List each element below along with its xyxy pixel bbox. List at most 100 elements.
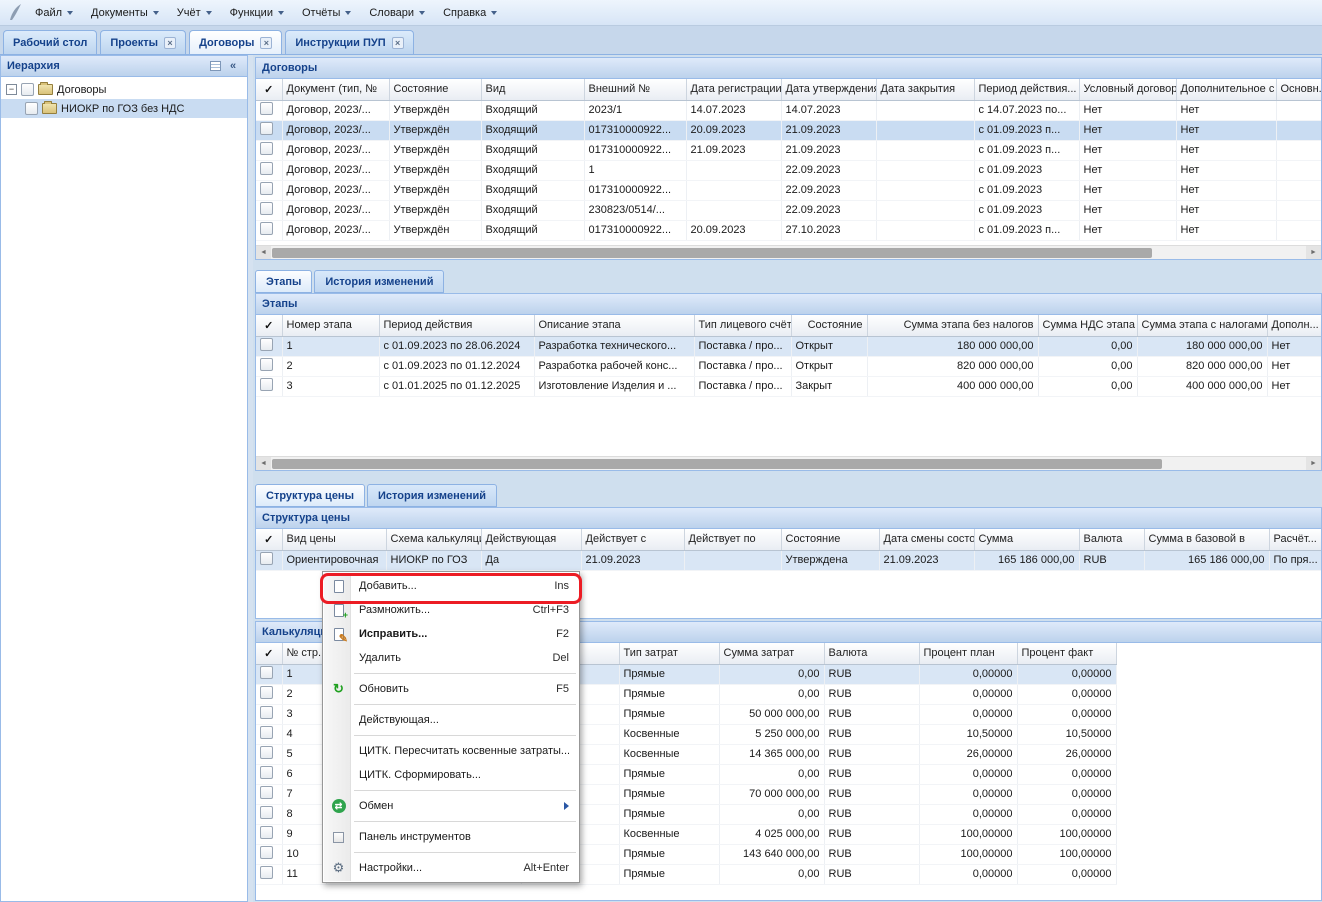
row-checkbox[interactable] bbox=[260, 182, 273, 195]
menubar-item-documents[interactable]: Документы bbox=[82, 3, 168, 23]
scroll-right-icon[interactable]: ► bbox=[1306, 457, 1321, 470]
column-header[interactable]: Сумма НДС этапа bbox=[1038, 315, 1137, 336]
close-icon[interactable]: × bbox=[260, 37, 272, 49]
tab-projects[interactable]: Проекты× bbox=[100, 30, 186, 54]
menubar-item-file[interactable]: Файл bbox=[26, 3, 82, 23]
row-checkbox[interactable] bbox=[260, 746, 273, 759]
table-row[interactable]: Ориентировочная НИОКР по ГОЗ Да 21.09.20… bbox=[256, 550, 1321, 570]
tree-checkbox[interactable] bbox=[25, 102, 38, 115]
column-header[interactable]: Сумма bbox=[974, 529, 1079, 550]
table-row[interactable]: Договор, 2023/... Утверждён Входящий 017… bbox=[256, 140, 1321, 160]
menubar-item-help[interactable]: Справка bbox=[434, 3, 506, 23]
menu-item-settings[interactable]: ⚙ Настройки... Alt+Enter bbox=[323, 856, 579, 880]
column-header[interactable]: Дата закрытия bbox=[876, 79, 974, 100]
tab-desktop[interactable]: Рабочий стол bbox=[3, 30, 97, 54]
menu-item-citk-recalc[interactable]: ЦИТК. Пересчитать косвенные затраты... bbox=[323, 739, 579, 763]
table-row[interactable]: 1 с 01.09.2023 по 28.06.2024 Разработка … bbox=[256, 336, 1321, 356]
column-header[interactable]: Внешний № bbox=[584, 79, 686, 100]
column-header[interactable]: Дополнительное с bbox=[1176, 79, 1276, 100]
column-header[interactable]: Описание этапа bbox=[534, 315, 694, 336]
row-checkbox[interactable] bbox=[260, 202, 273, 215]
row-checkbox[interactable] bbox=[260, 866, 273, 879]
tab-price-history[interactable]: История изменений bbox=[367, 484, 497, 507]
column-header[interactable]: Документ (тип, № bbox=[282, 79, 389, 100]
row-checkbox[interactable] bbox=[260, 102, 273, 115]
column-header[interactable]: Схема калькуляци bbox=[386, 529, 481, 550]
table-row[interactable]: Договор, 2023/... Утверждён Входящий 017… bbox=[256, 220, 1321, 240]
column-header[interactable]: Состояние bbox=[389, 79, 481, 100]
column-header[interactable]: Процент факт bbox=[1017, 643, 1116, 664]
column-header[interactable]: Действующая bbox=[481, 529, 581, 550]
column-header[interactable]: Дата утверждения bbox=[781, 79, 876, 100]
column-header[interactable]: Валюта bbox=[1079, 529, 1144, 550]
select-all-header[interactable]: ✓ bbox=[256, 529, 282, 550]
row-checkbox[interactable] bbox=[260, 686, 273, 699]
row-checkbox[interactable] bbox=[260, 806, 273, 819]
menu-item-refresh[interactable]: ↻ Обновить F5 bbox=[323, 677, 579, 701]
scrollbar-thumb[interactable] bbox=[272, 459, 1162, 469]
row-checkbox[interactable] bbox=[260, 846, 273, 859]
row-checkbox[interactable] bbox=[260, 358, 273, 371]
row-checkbox[interactable] bbox=[260, 162, 273, 175]
column-header[interactable]: Дополн... bbox=[1267, 315, 1321, 336]
column-header[interactable]: Период действия bbox=[379, 315, 534, 336]
column-header[interactable]: Вид цены bbox=[282, 529, 386, 550]
column-header[interactable]: Действует по bbox=[684, 529, 781, 550]
row-checkbox[interactable] bbox=[260, 786, 273, 799]
table-row[interactable]: Договор, 2023/... Утверждён Входящий 230… bbox=[256, 200, 1321, 220]
tab-pup-instructions[interactable]: Инструкции ПУП× bbox=[285, 30, 413, 54]
column-header[interactable]: № стр... bbox=[282, 643, 326, 664]
column-header[interactable]: Расчёт... bbox=[1269, 529, 1321, 550]
column-header[interactable]: Условный договор bbox=[1079, 79, 1176, 100]
menu-item-edit[interactable]: ✎ Исправить... F2 bbox=[323, 622, 579, 646]
row-checkbox[interactable] bbox=[260, 766, 273, 779]
column-header[interactable]: Вид bbox=[481, 79, 584, 100]
menubar-item-accounting[interactable]: Учёт bbox=[168, 3, 221, 23]
column-header[interactable]: Сумма этапа с налогами bbox=[1137, 315, 1267, 336]
column-header[interactable]: Процент план bbox=[919, 643, 1017, 664]
row-checkbox[interactable] bbox=[260, 666, 273, 679]
column-header[interactable]: Тип затрат bbox=[619, 643, 719, 664]
tree-node-contracts[interactable]: − Договоры bbox=[1, 80, 247, 99]
horizontal-scrollbar[interactable]: ◄ ► bbox=[256, 456, 1321, 470]
column-header[interactable]: Основн... bbox=[1276, 79, 1321, 100]
column-header[interactable]: Валюта bbox=[824, 643, 919, 664]
select-all-header[interactable]: ✓ bbox=[256, 643, 282, 664]
menu-item-add[interactable]: Добавить... Ins bbox=[323, 574, 579, 598]
tab-stages[interactable]: Этапы bbox=[255, 270, 312, 293]
scroll-left-icon[interactable]: ◄ bbox=[256, 246, 271, 259]
scroll-right-icon[interactable]: ► bbox=[1306, 246, 1321, 259]
menubar-item-functions[interactable]: Функции bbox=[221, 3, 293, 23]
menu-item-delete[interactable]: Удалить Del bbox=[323, 646, 579, 670]
close-icon[interactable]: × bbox=[164, 37, 176, 49]
scroll-left-icon[interactable]: ◄ bbox=[256, 457, 271, 470]
select-all-header[interactable]: ✓ bbox=[256, 315, 282, 336]
column-header[interactable]: Дата смены состо bbox=[879, 529, 974, 550]
tree-collapse-icon[interactable]: − bbox=[6, 84, 17, 95]
menu-item-toolbar[interactable]: Панель инструментов bbox=[323, 825, 579, 849]
grid-options-icon[interactable] bbox=[207, 59, 223, 74]
collapse-panel-icon[interactable]: « bbox=[225, 59, 241, 74]
tab-stages-history[interactable]: История изменений bbox=[314, 270, 444, 293]
column-header[interactable]: Состояние bbox=[781, 529, 879, 550]
menubar-item-dictionaries[interactable]: Словари bbox=[360, 3, 434, 23]
menu-item-exchange[interactable]: ⇄ Обмен bbox=[323, 794, 579, 818]
menubar-item-reports[interactable]: Отчёты bbox=[293, 3, 360, 23]
tab-price-structure[interactable]: Структура цены bbox=[255, 484, 365, 507]
table-row[interactable]: Договор, 2023/... Утверждён Входящий 202… bbox=[256, 100, 1321, 120]
table-row[interactable]: 3 с 01.01.2025 по 01.12.2025 Изготовлени… bbox=[256, 376, 1321, 396]
select-all-header[interactable]: ✓ bbox=[256, 79, 282, 100]
row-checkbox[interactable] bbox=[260, 826, 273, 839]
column-header[interactable]: Тип лицевого счёт bbox=[694, 315, 791, 336]
horizontal-scrollbar[interactable]: ◄ ► bbox=[256, 245, 1321, 259]
table-row[interactable]: Договор, 2023/... Утверждён Входящий 017… bbox=[256, 120, 1321, 140]
row-checkbox[interactable] bbox=[260, 378, 273, 391]
table-row[interactable]: 2 с 01.09.2023 по 01.12.2024 Разработка … bbox=[256, 356, 1321, 376]
row-checkbox[interactable] bbox=[260, 122, 273, 135]
column-header[interactable]: Сумма этапа без налогов bbox=[867, 315, 1038, 336]
row-checkbox[interactable] bbox=[260, 222, 273, 235]
column-header[interactable]: Действует с bbox=[581, 529, 684, 550]
tab-contracts[interactable]: Договоры× bbox=[189, 30, 282, 54]
close-icon[interactable]: × bbox=[392, 37, 404, 49]
tree-node-niokr[interactable]: НИОКР по ГОЗ без НДС bbox=[1, 99, 247, 118]
